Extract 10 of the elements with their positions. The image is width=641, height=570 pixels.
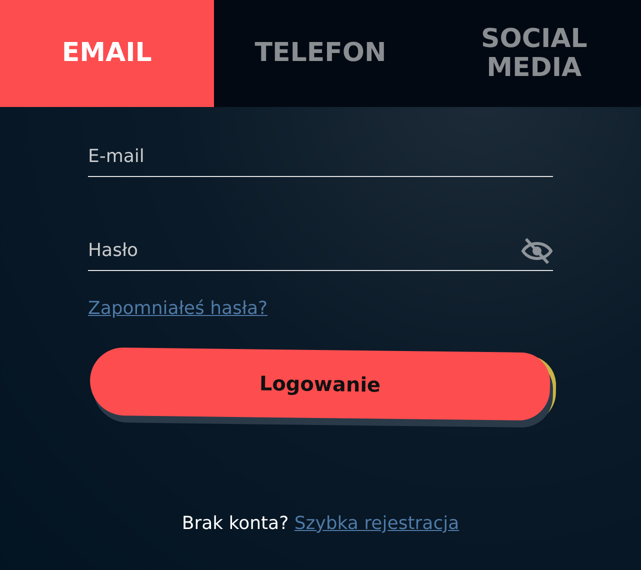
tab[interactable]: TELEFON [214, 0, 428, 107]
login-button[interactable]: Logowanie [90, 347, 550, 421]
password-field[interactable]: Hasło [88, 237, 521, 264]
signup-link[interactable]: Szybka rejestracja [294, 513, 460, 534]
tab[interactable]: SOCIAL MEDIA [427, 0, 641, 107]
signup-prompt: Brak konta? Szybka rejestracja [180, 512, 460, 536]
email-field[interactable]: E-mail [88, 143, 553, 170]
tab[interactable]: EMAIL [0, 0, 214, 107]
hide-password-icon[interactable] [521, 236, 553, 264]
forgot-password-link[interactable]: Zapomniałeś hasła? [88, 298, 268, 319]
